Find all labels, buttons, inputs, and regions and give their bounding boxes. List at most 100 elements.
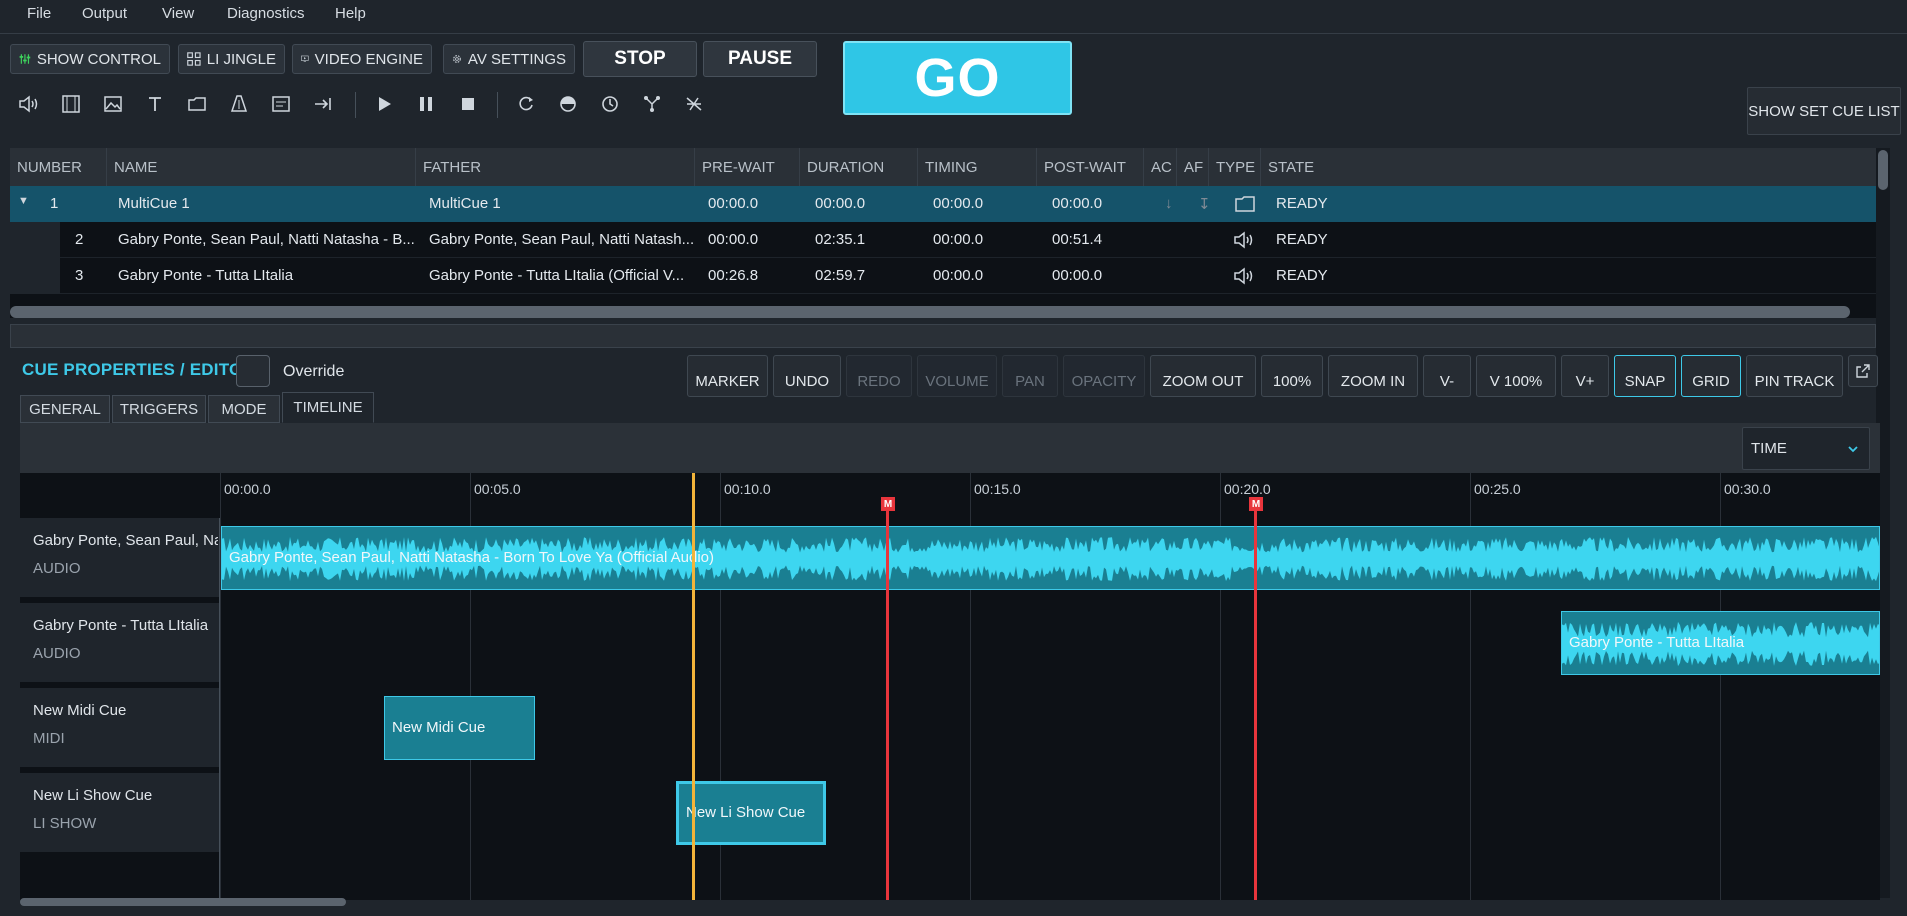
pin-track-button[interactable]: PIN TRACK (1746, 355, 1843, 397)
cell-father: Gabry Ponte, Sean Paul, Natti Natash... (429, 231, 695, 248)
undo-button[interactable]: UNDO (773, 355, 841, 397)
header-father[interactable]: FATHER (416, 148, 695, 186)
popout-button[interactable] (1848, 355, 1878, 387)
tab-mode[interactable]: MODE (208, 395, 280, 423)
playhead[interactable] (692, 473, 695, 900)
add-video-icon[interactable] (59, 92, 83, 116)
header-number[interactable]: NUMBER (10, 148, 107, 186)
cell-timing: 00:00.0 (933, 267, 984, 284)
header-af[interactable]: AF (1177, 148, 1209, 186)
cell-postwait: 00:51.4 (1052, 231, 1103, 248)
pan-button[interactable]: PAN (1002, 355, 1058, 397)
marker-line[interactable] (886, 510, 889, 900)
table-row[interactable]: 2 Gabry Ponte, Sean Paul, Natti Natasha … (10, 222, 1876, 258)
go-button[interactable]: GO (843, 41, 1072, 115)
snap-button[interactable]: SNAP (1614, 355, 1676, 397)
cell-name: Gabry Ponte, Sean Paul, Natti Natasha - … (118, 231, 415, 248)
av-settings-button[interactable]: AV SETTINGS (443, 44, 575, 74)
volume-button[interactable]: VOLUME (917, 355, 997, 397)
li-jingle-button[interactable]: LI JINGLE (178, 44, 285, 74)
marker-button[interactable]: MARKER (687, 355, 768, 397)
play-icon[interactable] (372, 92, 396, 116)
menu-help[interactable]: Help (335, 5, 366, 22)
show-set-cue-list-button[interactable]: SHOW SET CUE LIST (1747, 87, 1901, 135)
timeline-ruler[interactable] (220, 473, 1880, 517)
header-prewait[interactable]: PRE-WAIT (695, 148, 800, 186)
add-text-icon[interactable] (143, 92, 167, 116)
track-header-3[interactable]: New Midi Cue MIDI (20, 688, 220, 768)
clip-label: New Midi Cue (392, 719, 486, 736)
cancel-all-icon[interactable] (682, 92, 706, 116)
timeline-horizontal-scrollbar[interactable] (20, 898, 346, 906)
timeline-header (20, 423, 1880, 473)
table-horizontal-scrollbar[interactable] (10, 306, 1850, 318)
add-memo-icon[interactable] (269, 92, 293, 116)
collapse-arrow-icon[interactable]: ▼ (18, 195, 29, 207)
stop-button[interactable]: STOP (583, 41, 697, 77)
track-header-4[interactable]: New Li Show Cue LI SHOW (20, 773, 220, 853)
pause-button[interactable]: PAUSE (703, 41, 817, 77)
grid-button[interactable]: GRID (1681, 355, 1741, 397)
v-minus-button[interactable]: V- (1423, 355, 1471, 397)
header-postwait[interactable]: POST-WAIT (1037, 148, 1144, 186)
stop-icon[interactable] (456, 92, 480, 116)
clock-icon[interactable] (598, 92, 622, 116)
tab-general[interactable]: GENERAL (20, 395, 110, 423)
cell-postwait: 00:00.0 (1052, 267, 1103, 284)
menu-file[interactable]: File (27, 5, 51, 22)
cell-number: 1 (50, 195, 59, 212)
add-audio-icon[interactable] (17, 92, 41, 116)
table-row[interactable]: 3 Gabry Ponte - Tutta LItalia Gabry Pont… (10, 258, 1876, 294)
tab-timeline[interactable]: TIMELINE (282, 392, 374, 423)
video-engine-button[interactable]: VIDEO ENGINE (292, 44, 432, 74)
li-show-clip[interactable]: New Li Show Cue (676, 781, 826, 845)
marker-line[interactable] (1254, 510, 1257, 900)
time-mode-select[interactable]: TIME (1742, 427, 1870, 470)
menu-output[interactable]: Output (82, 5, 127, 22)
row-indent (10, 222, 60, 258)
editor-title: CUE PROPERTIES / EDITOR (22, 360, 255, 379)
opacity-button[interactable]: OPACITY (1063, 355, 1145, 397)
fade-icon[interactable] (556, 92, 580, 116)
header-type[interactable]: TYPE (1209, 148, 1261, 186)
show-control-button[interactable]: SHOW CONTROL (10, 44, 170, 74)
tab-triggers[interactable]: TRIGGERS (112, 395, 206, 423)
header-name[interactable]: NAME (107, 148, 416, 186)
pause-icon[interactable] (414, 92, 438, 116)
track-type: MIDI (33, 730, 65, 747)
audio-clip-2[interactable]: Gabry Ponte - Tutta LItalia (1561, 611, 1880, 675)
add-image-icon[interactable] (101, 92, 125, 116)
marker-flag[interactable]: M (1249, 497, 1263, 511)
redo-button[interactable]: REDO (846, 355, 912, 397)
add-group-icon[interactable] (185, 92, 209, 116)
v-100-button[interactable]: V 100% (1476, 355, 1556, 397)
audio-clip-1[interactable]: Gabry Ponte, Sean Paul, Natti Natasha - … (221, 526, 1880, 590)
header-timing[interactable]: TIMING (918, 148, 1037, 186)
add-light-icon[interactable] (227, 92, 251, 116)
zoom-in-button[interactable]: ZOOM IN (1328, 355, 1418, 397)
track-header-1[interactable]: Gabry Ponte, Sean Paul, Natti Natasha - … (20, 518, 220, 598)
track-header-2[interactable]: Gabry Ponte - Tutta LItalia AUDIO (20, 603, 220, 683)
midi-clip[interactable]: New Midi Cue (384, 696, 535, 760)
table-row[interactable]: ▼ 1 MultiCue 1 MultiCue 1 00:00.0 00:00.… (10, 186, 1876, 222)
cell-prewait: 00:00.0 (708, 231, 759, 248)
zoom-out-button[interactable]: ZOOM OUT (1150, 355, 1256, 397)
cell-name: Gabry Ponte - Tutta LItalia (118, 267, 294, 284)
network-icon[interactable] (640, 92, 664, 116)
track-name: New Midi Cue (33, 702, 127, 719)
marker-flag[interactable]: M (881, 497, 895, 511)
v-plus-button[interactable]: V+ (1561, 355, 1609, 397)
reset-icon[interactable] (514, 92, 538, 116)
header-duration[interactable]: DURATION (800, 148, 918, 186)
zoom-100-button[interactable]: 100% (1261, 355, 1323, 397)
header-state[interactable]: STATE (1261, 148, 1876, 186)
vertical-scrollbar[interactable] (1878, 150, 1888, 190)
go-to-icon[interactable] (311, 92, 335, 116)
track-type: LI SHOW (33, 815, 97, 832)
menu-view[interactable]: View (162, 5, 194, 22)
chevron-down-icon (1848, 446, 1858, 453)
cell-name: MultiCue 1 (118, 195, 190, 212)
menu-diagnostics[interactable]: Diagnostics (227, 5, 305, 22)
override-checkbox[interactable] (236, 355, 270, 387)
header-ac[interactable]: AC (1144, 148, 1177, 186)
